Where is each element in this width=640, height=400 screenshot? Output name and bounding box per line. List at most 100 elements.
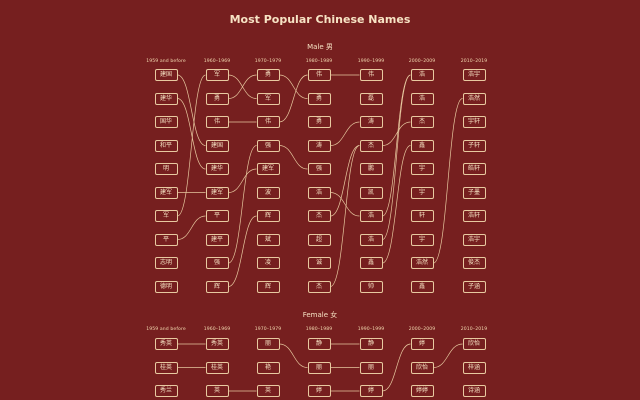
- name-box[interactable]: 德明: [154, 280, 178, 293]
- name-box[interactable]: 伟: [307, 69, 331, 81]
- name-box[interactable]: 鑫: [410, 280, 434, 293]
- name-box[interactable]: 浩宇: [462, 69, 486, 81]
- name-box[interactable]: 婷: [410, 338, 434, 350]
- name-box[interactable]: 宇: [410, 233, 434, 246]
- name-box[interactable]: 欣怡: [410, 361, 434, 374]
- name-box[interactable]: 军: [154, 210, 178, 222]
- name-box[interactable]: 杰: [307, 280, 331, 293]
- name-box[interactable]: 子轩: [462, 139, 486, 152]
- name-box[interactable]: 涛: [359, 116, 383, 128]
- name-box[interactable]: 明: [154, 163, 178, 175]
- name-box[interactable]: 轩: [410, 210, 434, 222]
- name-box[interactable]: 勇: [256, 69, 280, 81]
- name-box[interactable]: 辉: [205, 280, 229, 293]
- name-box[interactable]: 建军: [154, 186, 178, 199]
- name-box[interactable]: 斌: [256, 233, 280, 246]
- name-box[interactable]: 志明: [154, 257, 178, 269]
- name-box[interactable]: 涛: [307, 139, 331, 152]
- name-box[interactable]: 宇轩: [462, 116, 486, 128]
- section-title-female: Female 女: [302, 311, 338, 319]
- name-box[interactable]: 丽: [307, 361, 331, 374]
- name-box[interactable]: 浩: [359, 233, 383, 246]
- name-box[interactable]: 梓涵: [462, 361, 486, 374]
- name-box[interactable]: 军: [256, 92, 280, 105]
- name-box[interactable]: 强: [307, 163, 331, 175]
- name-box[interactable]: 辉: [256, 280, 280, 293]
- name-box[interactable]: 宇: [410, 163, 434, 175]
- name-box[interactable]: 俊杰: [462, 257, 486, 269]
- period-header: 2000–2009: [408, 59, 436, 64]
- name-box[interactable]: 建国: [205, 139, 229, 152]
- name-box[interactable]: 子涵: [462, 280, 486, 293]
- name-box[interactable]: 伟: [205, 116, 229, 128]
- name-box[interactable]: 建平: [205, 233, 229, 246]
- name-box[interactable]: 丽: [256, 338, 280, 350]
- name-box[interactable]: 杰: [410, 116, 434, 128]
- name-box[interactable]: 伟: [256, 116, 280, 128]
- name-box[interactable]: 桂英: [154, 361, 178, 374]
- name-box[interactable]: 浩: [359, 210, 383, 222]
- name-box[interactable]: 婷: [359, 385, 383, 397]
- name-box[interactable]: 建军: [205, 186, 229, 199]
- name-box[interactable]: 婷婷: [410, 385, 434, 397]
- name-box[interactable]: 平: [154, 233, 178, 246]
- name-box[interactable]: 英: [205, 385, 229, 397]
- name-box[interactable]: 鑫: [359, 257, 383, 269]
- name-box[interactable]: 强: [256, 139, 280, 152]
- rank-connector: [382, 343, 411, 392]
- rank-connector: [330, 192, 360, 217]
- name-box[interactable]: 浩轩: [462, 210, 486, 222]
- name-box[interactable]: 凯: [359, 186, 383, 199]
- name-box[interactable]: 强: [205, 257, 229, 269]
- name-box[interactable]: 杰: [307, 210, 331, 222]
- name-box[interactable]: 浩宇: [462, 233, 486, 246]
- name-box[interactable]: 国华: [154, 116, 178, 128]
- name-box[interactable]: 建军: [256, 163, 280, 175]
- name-box[interactable]: 子墨: [462, 186, 486, 199]
- name-box[interactable]: 欣怡: [462, 338, 486, 350]
- name-box[interactable]: 建国: [154, 69, 178, 81]
- name-box[interactable]: 秀兰: [154, 385, 178, 397]
- name-box[interactable]: 辉: [256, 210, 280, 222]
- rank-connector: [382, 121, 411, 146]
- name-box[interactable]: 宇: [410, 186, 434, 199]
- name-box[interactable]: 浩: [307, 186, 331, 199]
- name-box[interactable]: 诗涵: [462, 385, 486, 397]
- name-box[interactable]: 帅: [359, 280, 383, 293]
- name-box[interactable]: 丽: [359, 361, 383, 374]
- name-box[interactable]: 浩: [410, 69, 434, 81]
- name-box[interactable]: 诚: [307, 257, 331, 269]
- rank-connector: [330, 145, 360, 217]
- name-box[interactable]: 和平: [154, 139, 178, 152]
- period-header: 2000–2009: [408, 327, 436, 332]
- name-box[interactable]: 凌: [256, 257, 280, 269]
- name-box[interactable]: 静: [359, 338, 383, 350]
- name-box[interactable]: 浩然: [462, 92, 486, 105]
- name-box[interactable]: 波: [256, 186, 280, 199]
- name-box[interactable]: 浩: [410, 92, 434, 105]
- name-box[interactable]: 勇: [205, 92, 229, 105]
- name-box[interactable]: 杰: [359, 139, 383, 152]
- name-box[interactable]: 建华: [205, 163, 229, 175]
- name-box[interactable]: 勇: [307, 116, 331, 128]
- name-box[interactable]: 婷: [307, 385, 331, 397]
- rank-connector: [330, 145, 360, 287]
- name-box[interactable]: 秀英: [154, 338, 178, 350]
- rank-connector: [330, 121, 360, 146]
- name-box[interactable]: 建华: [154, 92, 178, 105]
- name-box[interactable]: 超: [307, 233, 331, 246]
- name-box[interactable]: 磊: [359, 92, 383, 105]
- name-box[interactable]: 浩然: [410, 257, 434, 269]
- name-box[interactable]: 英: [256, 385, 280, 397]
- name-box[interactable]: 鹏: [359, 163, 383, 175]
- name-box[interactable]: 勇: [307, 92, 331, 105]
- name-box[interactable]: 平: [205, 210, 229, 222]
- name-box[interactable]: 皓轩: [462, 163, 486, 175]
- name-box[interactable]: 伟: [359, 69, 383, 81]
- name-box[interactable]: 秀英: [205, 338, 229, 350]
- name-box[interactable]: 鑫: [410, 139, 434, 152]
- name-box[interactable]: 静: [307, 338, 331, 350]
- name-box[interactable]: 艳: [256, 361, 280, 374]
- name-box[interactable]: 军: [205, 69, 229, 81]
- name-box[interactable]: 桂英: [205, 361, 229, 374]
